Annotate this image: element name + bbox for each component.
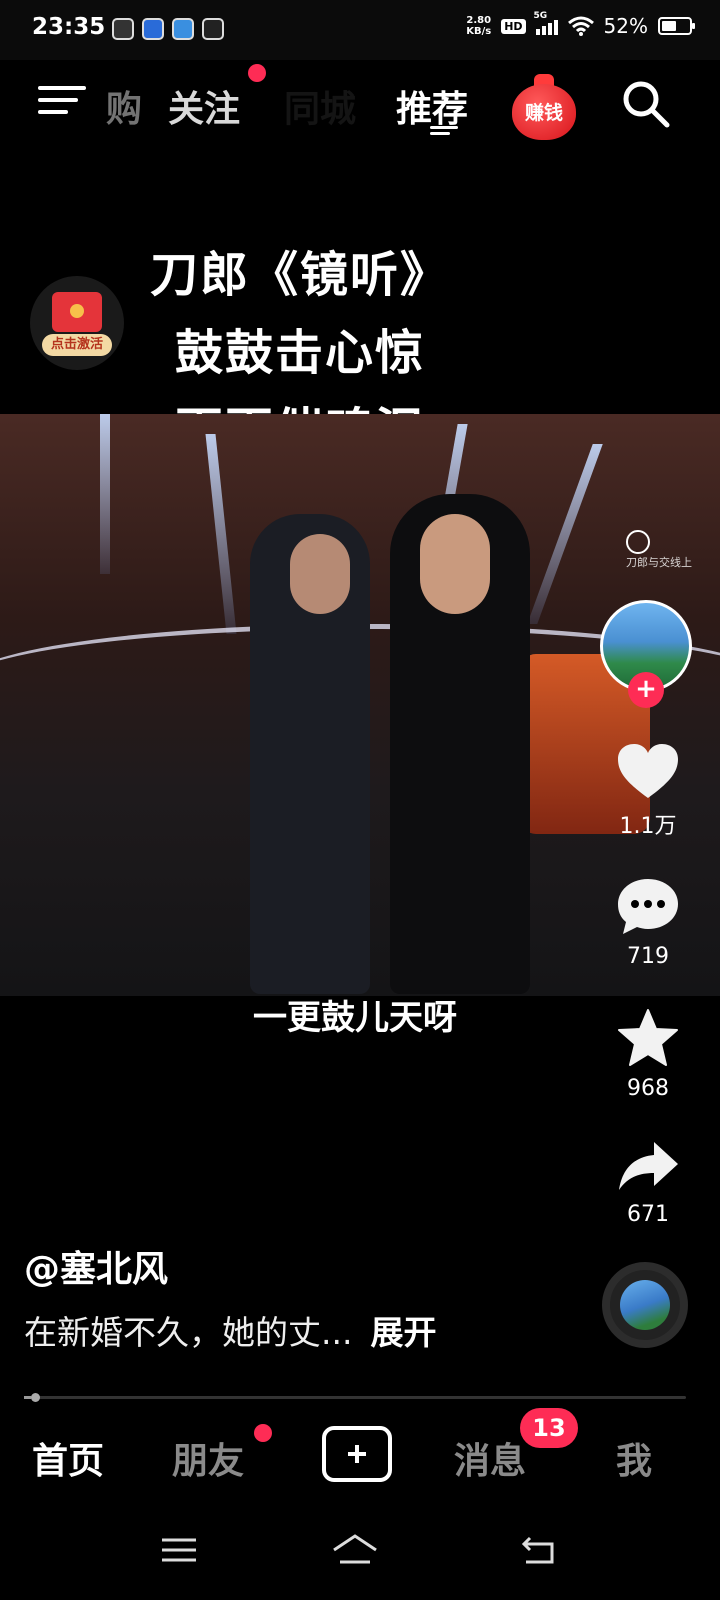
status-notification-icons bbox=[112, 18, 224, 40]
star-icon bbox=[618, 1009, 678, 1066]
network-type: 5G bbox=[533, 11, 548, 21]
music-disc-icon[interactable] bbox=[602, 1262, 688, 1348]
recent-apps-icon[interactable] bbox=[154, 1528, 204, 1572]
favorite-count: 968 bbox=[627, 1076, 669, 1101]
status-time: 23:35 bbox=[32, 14, 106, 40]
system-nav-bar bbox=[0, 1500, 720, 1600]
net-speed: 2.80 KB/s bbox=[466, 15, 491, 37]
video-title-line: 鼓鼓击心惊 bbox=[174, 325, 425, 381]
comment-button[interactable]: 719 bbox=[612, 876, 684, 969]
like-count: 1.1万 bbox=[619, 814, 677, 839]
app-notification-icon bbox=[112, 18, 134, 40]
comment-count: 719 bbox=[627, 944, 669, 969]
tab-local[interactable]: 同城 bbox=[284, 80, 356, 132]
active-tab-indicator bbox=[430, 126, 458, 138]
nav-messages[interactable]: 消息 bbox=[454, 1432, 526, 1484]
status-bar: 23:35 2.80 KB/s HD 5G 52% bbox=[0, 0, 720, 60]
earn-money-button[interactable]: 赚钱 bbox=[512, 74, 576, 140]
friends-notification-dot bbox=[254, 1424, 272, 1442]
like-button[interactable]: 1.1万 bbox=[612, 742, 684, 840]
tab-following[interactable]: 关注 bbox=[168, 80, 240, 132]
app-notification-icon bbox=[202, 18, 224, 40]
video-title-line: 刀郎《镜听》 bbox=[149, 247, 450, 303]
bottom-nav: 首页 朋友 消息 13 我 bbox=[0, 1400, 720, 1500]
caption-text: 在新婚不久，她的丈... bbox=[24, 1313, 353, 1352]
video-progress-bar[interactable] bbox=[24, 1393, 686, 1402]
home-system-icon[interactable] bbox=[330, 1528, 380, 1572]
video-watermark: 刀郎与交线上 bbox=[626, 530, 716, 570]
video-progress-fill bbox=[24, 1396, 31, 1399]
app-notification-icon bbox=[142, 18, 164, 40]
top-nav: 购 关注 同城 推荐 赚钱 bbox=[0, 60, 720, 150]
favorite-button[interactable]: 968 bbox=[612, 1008, 684, 1101]
signal-icon: 5G bbox=[534, 11, 558, 35]
messages-badge: 13 bbox=[520, 1408, 578, 1448]
video-subtitle: 一更鼓儿天呀 bbox=[253, 998, 457, 1038]
tab-shop[interactable]: 购 bbox=[106, 80, 142, 132]
share-count: 671 bbox=[627, 1202, 669, 1227]
app-notification-icon bbox=[172, 18, 194, 40]
wifi-icon bbox=[567, 16, 594, 36]
author-name[interactable]: @塞北风 bbox=[24, 1240, 168, 1292]
net-speed-value: 2.80 bbox=[466, 15, 492, 26]
nav-home[interactable]: 首页 bbox=[32, 1432, 104, 1484]
battery-percent: 52% bbox=[603, 14, 648, 38]
comment-icon bbox=[618, 879, 678, 934]
share-button[interactable]: 671 bbox=[612, 1140, 684, 1227]
create-post-button[interactable] bbox=[322, 1426, 392, 1482]
video-caption: 在新婚不久，她的丈... 展开 bbox=[24, 1306, 436, 1354]
status-indicators: 2.80 KB/s HD 5G 52% bbox=[466, 11, 695, 38]
nav-friends[interactable]: 朋友 bbox=[172, 1432, 244, 1484]
hd-icon: HD bbox=[501, 18, 526, 34]
share-arrow-icon bbox=[619, 1142, 678, 1190]
watermark-logo-icon bbox=[626, 530, 650, 554]
watermark-text: 刀郎与交线上 bbox=[626, 556, 692, 569]
earn-money-label: 赚钱 bbox=[524, 102, 563, 124]
tab-recommend[interactable]: 推荐 bbox=[396, 80, 468, 132]
expand-caption-link[interactable]: 展开 bbox=[370, 1313, 436, 1352]
net-speed-unit: KB/s bbox=[466, 26, 492, 37]
follow-plus-icon[interactable]: + bbox=[628, 672, 664, 708]
heart-icon bbox=[618, 744, 678, 798]
menu-icon[interactable] bbox=[38, 80, 88, 120]
following-notification-dot bbox=[248, 64, 266, 82]
back-icon[interactable] bbox=[514, 1528, 564, 1572]
nav-me[interactable]: 我 bbox=[616, 1432, 652, 1484]
search-icon[interactable] bbox=[620, 78, 672, 130]
battery-icon bbox=[658, 17, 695, 35]
